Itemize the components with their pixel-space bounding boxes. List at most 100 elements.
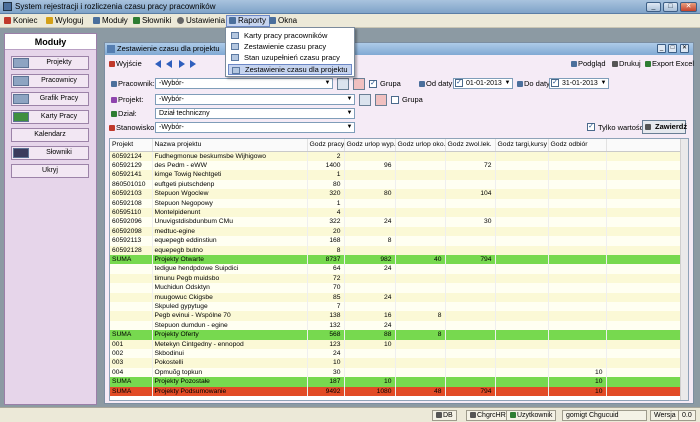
- table-cell: [110, 320, 153, 331]
- menu-slowniki[interactable]: Słowniki: [131, 15, 174, 27]
- sidebar-item-kalendarz[interactable]: Kalendarz: [11, 128, 89, 142]
- next-arrow-icon[interactable]: [179, 60, 185, 68]
- project-search-button[interactable]: [359, 94, 371, 106]
- table-summary-row[interactable]: SUMA Projekty Pozostałe 187 10 10: [110, 377, 685, 387]
- sidebar-item-pracownicy[interactable]: Pracownicy: [11, 74, 89, 88]
- confirm-button[interactable]: Zawierdź: [642, 120, 687, 134]
- table-row[interactable]: 60592141 kimge Towig Nechtgeti 1: [110, 170, 685, 180]
- col-header-urlop-wyp[interactable]: Godz urlop wyp.: [344, 139, 396, 152]
- table-cell: 004: [110, 367, 153, 378]
- menu-raporty[interactable]: Raporty: [226, 15, 271, 27]
- table-cell: Projekty Pozostałe: [152, 377, 308, 387]
- prev-arrow-icon[interactable]: [166, 60, 172, 68]
- table-row[interactable]: Skpuled gypytuge 7: [110, 302, 685, 312]
- sidebar-item-slowniki[interactable]: Słowniki: [11, 146, 89, 160]
- project-clear-button[interactable]: [375, 94, 387, 106]
- menu-item-zestawienie-czasu[interactable]: Zestawienie czasu pracy: [228, 41, 352, 52]
- menu-item-stan-uzupelnien[interactable]: Stan uzupełnień czasu pracy: [228, 52, 352, 63]
- print-button[interactable]: Drukuj: [612, 59, 641, 68]
- table-row[interactable]: 60592108 Stepuon Negopowy 1: [110, 198, 685, 208]
- employee-clear-button[interactable]: [353, 78, 365, 90]
- table-row[interactable]: 60592129 des Pedm - eWW 1400 96 72: [110, 160, 685, 171]
- table-row[interactable]: muugowuc Ckigsbe 85 24: [110, 292, 685, 302]
- col-header-targi-kursy[interactable]: Godz targi,kursy: [495, 139, 549, 152]
- table-row[interactable]: 003 Pokostelli 10: [110, 358, 685, 368]
- table-row[interactable]: Pegb evinui - Wspólne 70 138 16 8: [110, 311, 685, 321]
- menu-ustawienia[interactable]: Ustawienia: [175, 15, 228, 27]
- table-cell: [548, 236, 607, 246]
- employee-select[interactable]: -Wybór- ▼: [155, 78, 333, 89]
- menu-item-zestawienie-projektu[interactable]: Zestawienie czasu dla projektu: [228, 64, 352, 75]
- table-row[interactable]: Muchidun Odsktyn 70: [110, 283, 685, 293]
- menu-okna[interactable]: Okna: [267, 15, 300, 27]
- table-row[interactable]: Stepuon dumdun - egine 132 24: [110, 320, 685, 331]
- col-header-projekt[interactable]: Projekt: [110, 139, 153, 152]
- menu-wyloguj[interactable]: Wyloguj: [44, 15, 86, 27]
- col-header-odbior[interactable]: Godz odbiór: [548, 139, 607, 152]
- last-arrow-icon[interactable]: [190, 60, 196, 68]
- vertical-scrollbar[interactable]: [680, 139, 688, 400]
- date-from-field[interactable]: ✓ 01-01-2013 ▼: [453, 78, 513, 89]
- table-row[interactable]: 001 Metekyn Cintgedny - ennopod 123 10: [110, 339, 685, 350]
- col-header-godz-pracy[interactable]: Godz pracy: [307, 139, 345, 152]
- col-header-zwol-lek[interactable]: Godz zwol.lek.: [445, 139, 496, 152]
- position-select[interactable]: -Wybór- ▼: [155, 122, 355, 133]
- first-arrow-icon[interactable]: [155, 60, 161, 68]
- department-select[interactable]: Dział techniczny ▼: [155, 108, 355, 119]
- menu-moduly[interactable]: Moduły: [91, 15, 131, 27]
- table-row[interactable]: tedigue hendpdowe Suipdici 64 24: [110, 264, 685, 274]
- table-cell: [495, 339, 549, 350]
- export-excel-button[interactable]: Export Excel: [645, 59, 694, 68]
- sidebar-item-karty-pracy[interactable]: Karty Pracy: [11, 110, 89, 124]
- table-row[interactable]: 860501010 euftgeti piutschdenp 80: [110, 179, 685, 190]
- table-row[interactable]: timunu Pegb muidsbo 72: [110, 273, 685, 284]
- table-row[interactable]: 60592128 equepegb butno 8: [110, 245, 685, 255]
- menu-koniec[interactable]: Koniec: [2, 15, 40, 27]
- sidebar-item-projekty[interactable]: Projekty: [11, 56, 89, 70]
- panel-minimize-button[interactable]: _: [657, 44, 666, 53]
- minimize-button[interactable]: _: [646, 2, 661, 12]
- table-summary-row[interactable]: SUMA Projekty Oferty 568 88 8: [110, 330, 685, 340]
- maximize-button[interactable]: □: [663, 2, 678, 12]
- table-row[interactable]: 60592103 Stepuon Wgoclew 320 80 104: [110, 189, 685, 199]
- report-table-grid: Projekt Nazwa projektu Godz pracy Godz u…: [110, 139, 685, 397]
- date-to-label: Do daty:: [517, 79, 552, 88]
- table-summary-row[interactable]: SUMA Projekty Otwarte 8737 982 40 794: [110, 254, 685, 265]
- table-cell: Metekyn Cintgedny - ennopod: [152, 339, 308, 350]
- table-cell: [606, 358, 685, 368]
- menu-item-karty-pracy[interactable]: Karty pracy pracowników: [228, 30, 352, 41]
- col-header-nazwa[interactable]: Nazwa projektu: [152, 139, 308, 152]
- table-row[interactable]: 60592124 Fudhegmonue beskumsbe Wijhigowo 2: [110, 151, 685, 161]
- table-row[interactable]: 004 Opmuõg topkun 30 10: [110, 367, 685, 378]
- table-cell: [606, 236, 685, 246]
- col-header-urlop-oko[interactable]: Godz urlop oko.: [395, 139, 446, 152]
- panel-close-button[interactable]: ✕: [680, 44, 689, 53]
- table-cell: [445, 151, 496, 161]
- sidebar-item-ukryj[interactable]: Ukryj: [11, 164, 89, 178]
- project-select[interactable]: -Wybór- ▼: [155, 94, 355, 105]
- table-row[interactable]: 60592098 medtuc-egine 20: [110, 226, 685, 237]
- raporty-dropdown: Karty pracy pracowników Zestawienie czas…: [225, 27, 355, 77]
- date-from-checkbox[interactable]: ✓: [455, 79, 463, 87]
- table-cell: 1400: [307, 160, 345, 171]
- exit-button[interactable]: Wyjście: [109, 59, 142, 68]
- group2-checkbox[interactable]: [391, 96, 399, 104]
- table-row[interactable]: 002 Skbodinui 24: [110, 349, 685, 359]
- table-cell: des Pedm - eWW: [152, 160, 308, 171]
- panel-maximize-button[interactable]: □: [668, 44, 677, 53]
- table-summary-row[interactable]: SUMA Projekty Podsumowanie 9492 1080 48 794 10: [110, 386, 685, 397]
- close-button[interactable]: ✕: [680, 2, 697, 12]
- table-cell: [110, 264, 153, 274]
- table-cell: [344, 151, 396, 161]
- group-checkbox[interactable]: ✓: [369, 80, 377, 88]
- table-cell: 88: [344, 330, 396, 340]
- table-row[interactable]: 60595110 Montelpidenunt 4: [110, 207, 685, 218]
- employee-search-button[interactable]: [337, 78, 349, 90]
- date-to-checkbox[interactable]: ✓: [551, 79, 559, 87]
- table-row[interactable]: 60592113 equepegb eddinstiun 168 8: [110, 236, 685, 246]
- sidebar-item-grafik-pracy[interactable]: Grafik Pracy: [11, 92, 89, 106]
- preview-button[interactable]: Podgląd: [571, 59, 606, 68]
- only-values-checkbox[interactable]: ✓: [587, 123, 595, 131]
- table-row[interactable]: 60592096 Unuvigstdisbdunbum CMu 322 24 30: [110, 217, 685, 227]
- date-to-field[interactable]: ✓ 31-01-2013 ▼: [549, 78, 609, 89]
